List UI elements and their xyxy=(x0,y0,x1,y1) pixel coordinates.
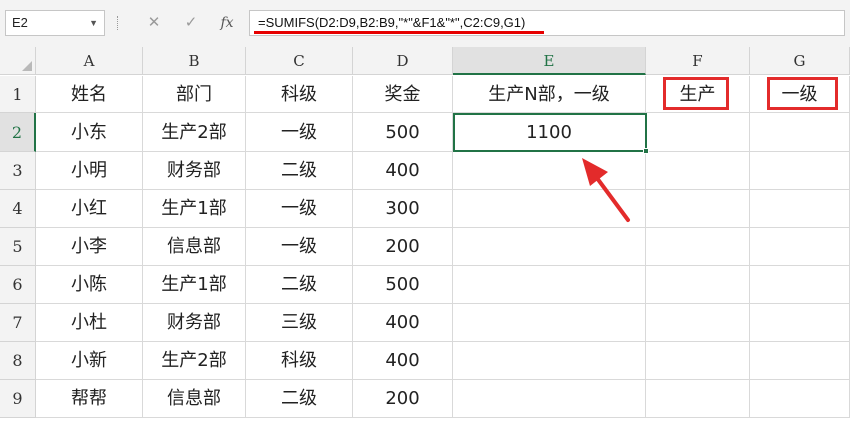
formula-bar: E2 ▼ ✕ ✓ fx =SUMIFS(D2:D9,B2:B9,"*"&F1&"… xyxy=(0,0,850,47)
cell-b4[interactable]: 生产1部 xyxy=(143,190,246,228)
cell-d6[interactable]: 500 xyxy=(353,266,453,304)
column-header-d[interactable]: D xyxy=(353,47,453,75)
cell-g6[interactable] xyxy=(750,266,850,304)
column-header-a[interactable]: A xyxy=(36,47,143,75)
row-header-3[interactable]: 3 xyxy=(0,152,36,190)
cell-g3[interactable] xyxy=(750,152,850,190)
cell-d3[interactable]: 400 xyxy=(353,152,453,190)
cell-c7[interactable]: 三级 xyxy=(246,304,353,342)
cell-b6[interactable]: 生产1部 xyxy=(143,266,246,304)
cell-e5[interactable] xyxy=(453,228,646,266)
cell-d4[interactable]: 300 xyxy=(353,190,453,228)
cell-d9[interactable]: 200 xyxy=(353,380,453,418)
cell-f7[interactable] xyxy=(646,304,750,342)
cell-a8[interactable]: 小新 xyxy=(36,342,143,380)
active-cell-outline xyxy=(453,113,647,152)
column-header-e[interactable]: E xyxy=(453,47,646,75)
row-header-1[interactable]: 1 xyxy=(0,76,36,113)
cell-a3[interactable]: 小明 xyxy=(36,152,143,190)
cell-c4[interactable]: 一级 xyxy=(246,190,353,228)
cell-b7[interactable]: 财务部 xyxy=(143,304,246,342)
cell-f9[interactable] xyxy=(646,380,750,418)
cell-a2[interactable]: 小东 xyxy=(36,113,143,152)
cell-b2[interactable]: 生产2部 xyxy=(143,113,246,152)
cell-a7[interactable]: 小杜 xyxy=(36,304,143,342)
column-header-g[interactable]: G xyxy=(750,47,850,75)
cell-f4[interactable] xyxy=(646,190,750,228)
cell-e8[interactable] xyxy=(453,342,646,380)
formula-red-underline xyxy=(254,31,544,34)
confirm-icon[interactable]: ✓ xyxy=(178,10,204,36)
cell-b9[interactable]: 信息部 xyxy=(143,380,246,418)
cell-b3[interactable]: 财务部 xyxy=(143,152,246,190)
cell-d5[interactable]: 200 xyxy=(353,228,453,266)
cell-a9[interactable]: 帮帮 xyxy=(36,380,143,418)
cell-g2[interactable] xyxy=(750,113,850,152)
formula-bar-divider xyxy=(117,16,120,30)
cell-e1[interactable]: 生产N部，一级 xyxy=(453,76,646,113)
cell-g5[interactable] xyxy=(750,228,850,266)
cell-f2[interactable] xyxy=(646,113,750,152)
cell-d7[interactable]: 400 xyxy=(353,304,453,342)
select-all-corner[interactable] xyxy=(0,47,36,75)
cancel-icon[interactable]: ✕ xyxy=(141,10,167,36)
column-header-c[interactable]: C xyxy=(246,47,353,75)
cell-e6[interactable] xyxy=(453,266,646,304)
cell-a6[interactable]: 小陈 xyxy=(36,266,143,304)
cell-d2[interactable]: 500 xyxy=(353,113,453,152)
cell-e9[interactable] xyxy=(453,380,646,418)
cell-c3[interactable]: 二级 xyxy=(246,152,353,190)
select-all-icon xyxy=(22,61,32,71)
cell-g7[interactable] xyxy=(750,304,850,342)
cell-f5[interactable] xyxy=(646,228,750,266)
cell-c9[interactable]: 二级 xyxy=(246,380,353,418)
insert-function-icon[interactable]: fx xyxy=(214,10,240,36)
column-header-b[interactable]: B xyxy=(143,47,246,75)
annotation-box-f1 xyxy=(663,77,729,110)
cell-g9[interactable] xyxy=(750,380,850,418)
row-header-5[interactable]: 5 xyxy=(0,228,36,266)
cell-b1[interactable]: 部门 xyxy=(143,76,246,113)
cell-g8[interactable] xyxy=(750,342,850,380)
cell-d1[interactable]: 奖金 xyxy=(353,76,453,113)
chevron-down-icon[interactable]: ▼ xyxy=(89,11,98,35)
row-header-6[interactable]: 6 xyxy=(0,266,36,304)
cell-g4[interactable] xyxy=(750,190,850,228)
cell-c8[interactable]: 科级 xyxy=(246,342,353,380)
cell-a5[interactable]: 小李 xyxy=(36,228,143,266)
cell-c1[interactable]: 科级 xyxy=(246,76,353,113)
cell-c5[interactable]: 一级 xyxy=(246,228,353,266)
cell-d8[interactable]: 400 xyxy=(353,342,453,380)
row-header-2[interactable]: 2 xyxy=(0,113,36,152)
row-header-9[interactable]: 9 xyxy=(0,380,36,418)
cell-e7[interactable] xyxy=(453,304,646,342)
cell-f3[interactable] xyxy=(646,152,750,190)
row-header-7[interactable]: 7 xyxy=(0,304,36,342)
cell-f8[interactable] xyxy=(646,342,750,380)
red-arrow-icon xyxy=(582,158,630,222)
cell-c6[interactable]: 二级 xyxy=(246,266,353,304)
cell-c2[interactable]: 一级 xyxy=(246,113,353,152)
row-header-8[interactable]: 8 xyxy=(0,342,36,380)
name-box[interactable]: E2 ▼ xyxy=(5,10,105,36)
cell-a1[interactable]: 姓名 xyxy=(36,76,143,113)
name-box-value: E2 xyxy=(12,15,28,30)
cell-f6[interactable] xyxy=(646,266,750,304)
cell-b5[interactable]: 信息部 xyxy=(143,228,246,266)
cell-b8[interactable]: 生产2部 xyxy=(143,342,246,380)
column-header-f[interactable]: F xyxy=(646,47,750,75)
annotation-box-g1 xyxy=(767,77,838,110)
cell-a4[interactable]: 小红 xyxy=(36,190,143,228)
row-header-4[interactable]: 4 xyxy=(0,190,36,228)
